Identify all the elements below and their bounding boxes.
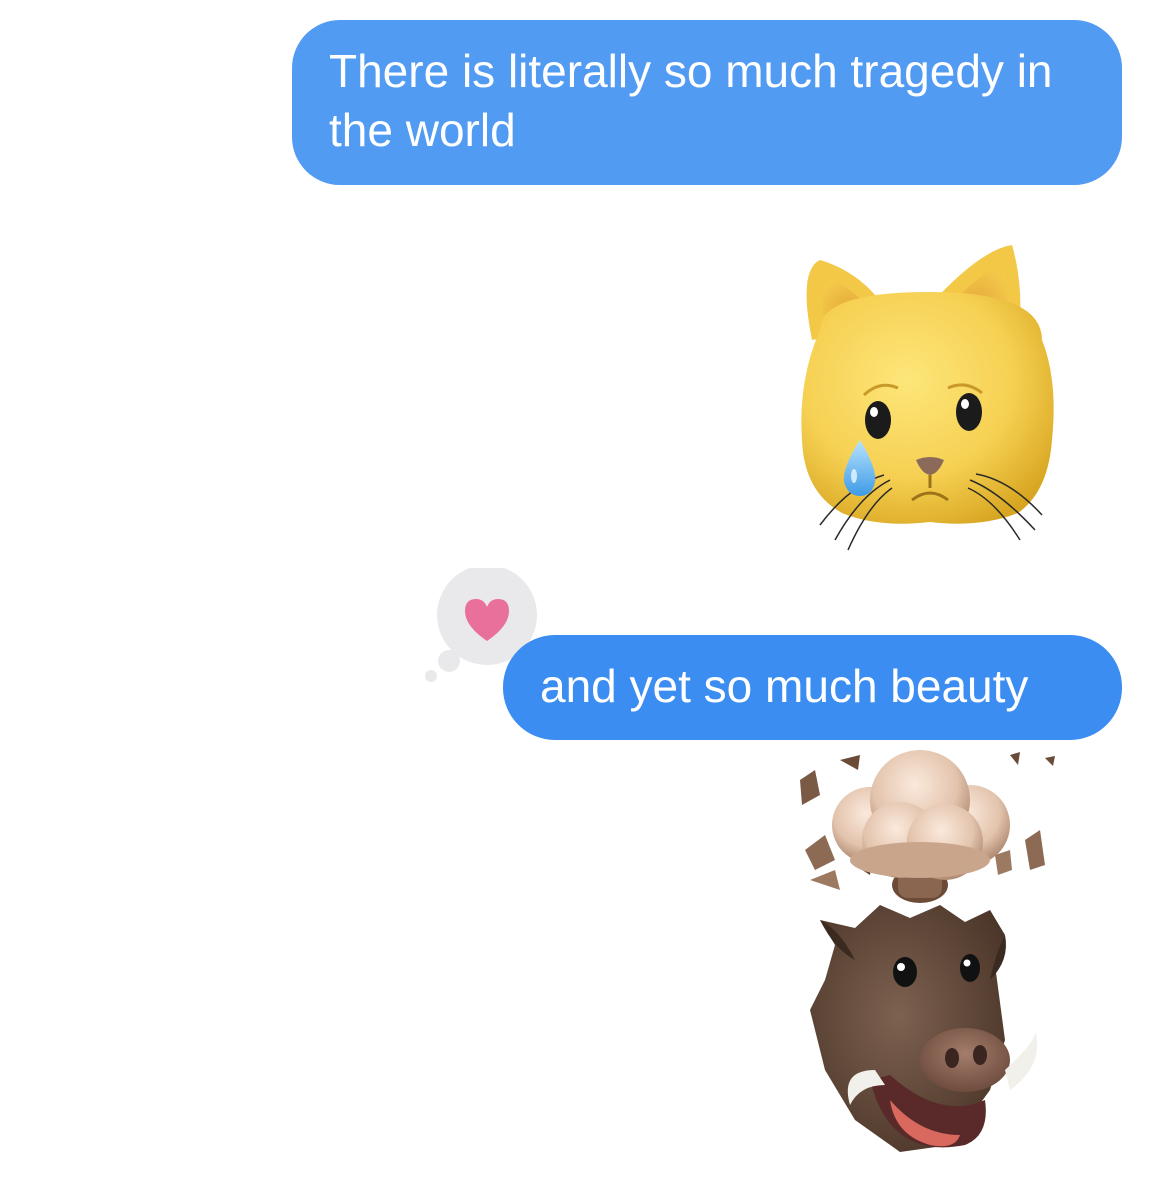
crying-cat-animoji[interactable] (780, 230, 1080, 560)
message-text: and yet so much beauty (540, 660, 1029, 712)
message-bubble-tragedy[interactable]: There is literally so much tragedy in th… (292, 20, 1122, 185)
mind-blown-boar-animoji[interactable] (780, 740, 1070, 1180)
message-text: There is literally so much tragedy in th… (329, 45, 1053, 156)
message-bubble-beauty[interactable]: and yet so much beauty (503, 635, 1122, 740)
